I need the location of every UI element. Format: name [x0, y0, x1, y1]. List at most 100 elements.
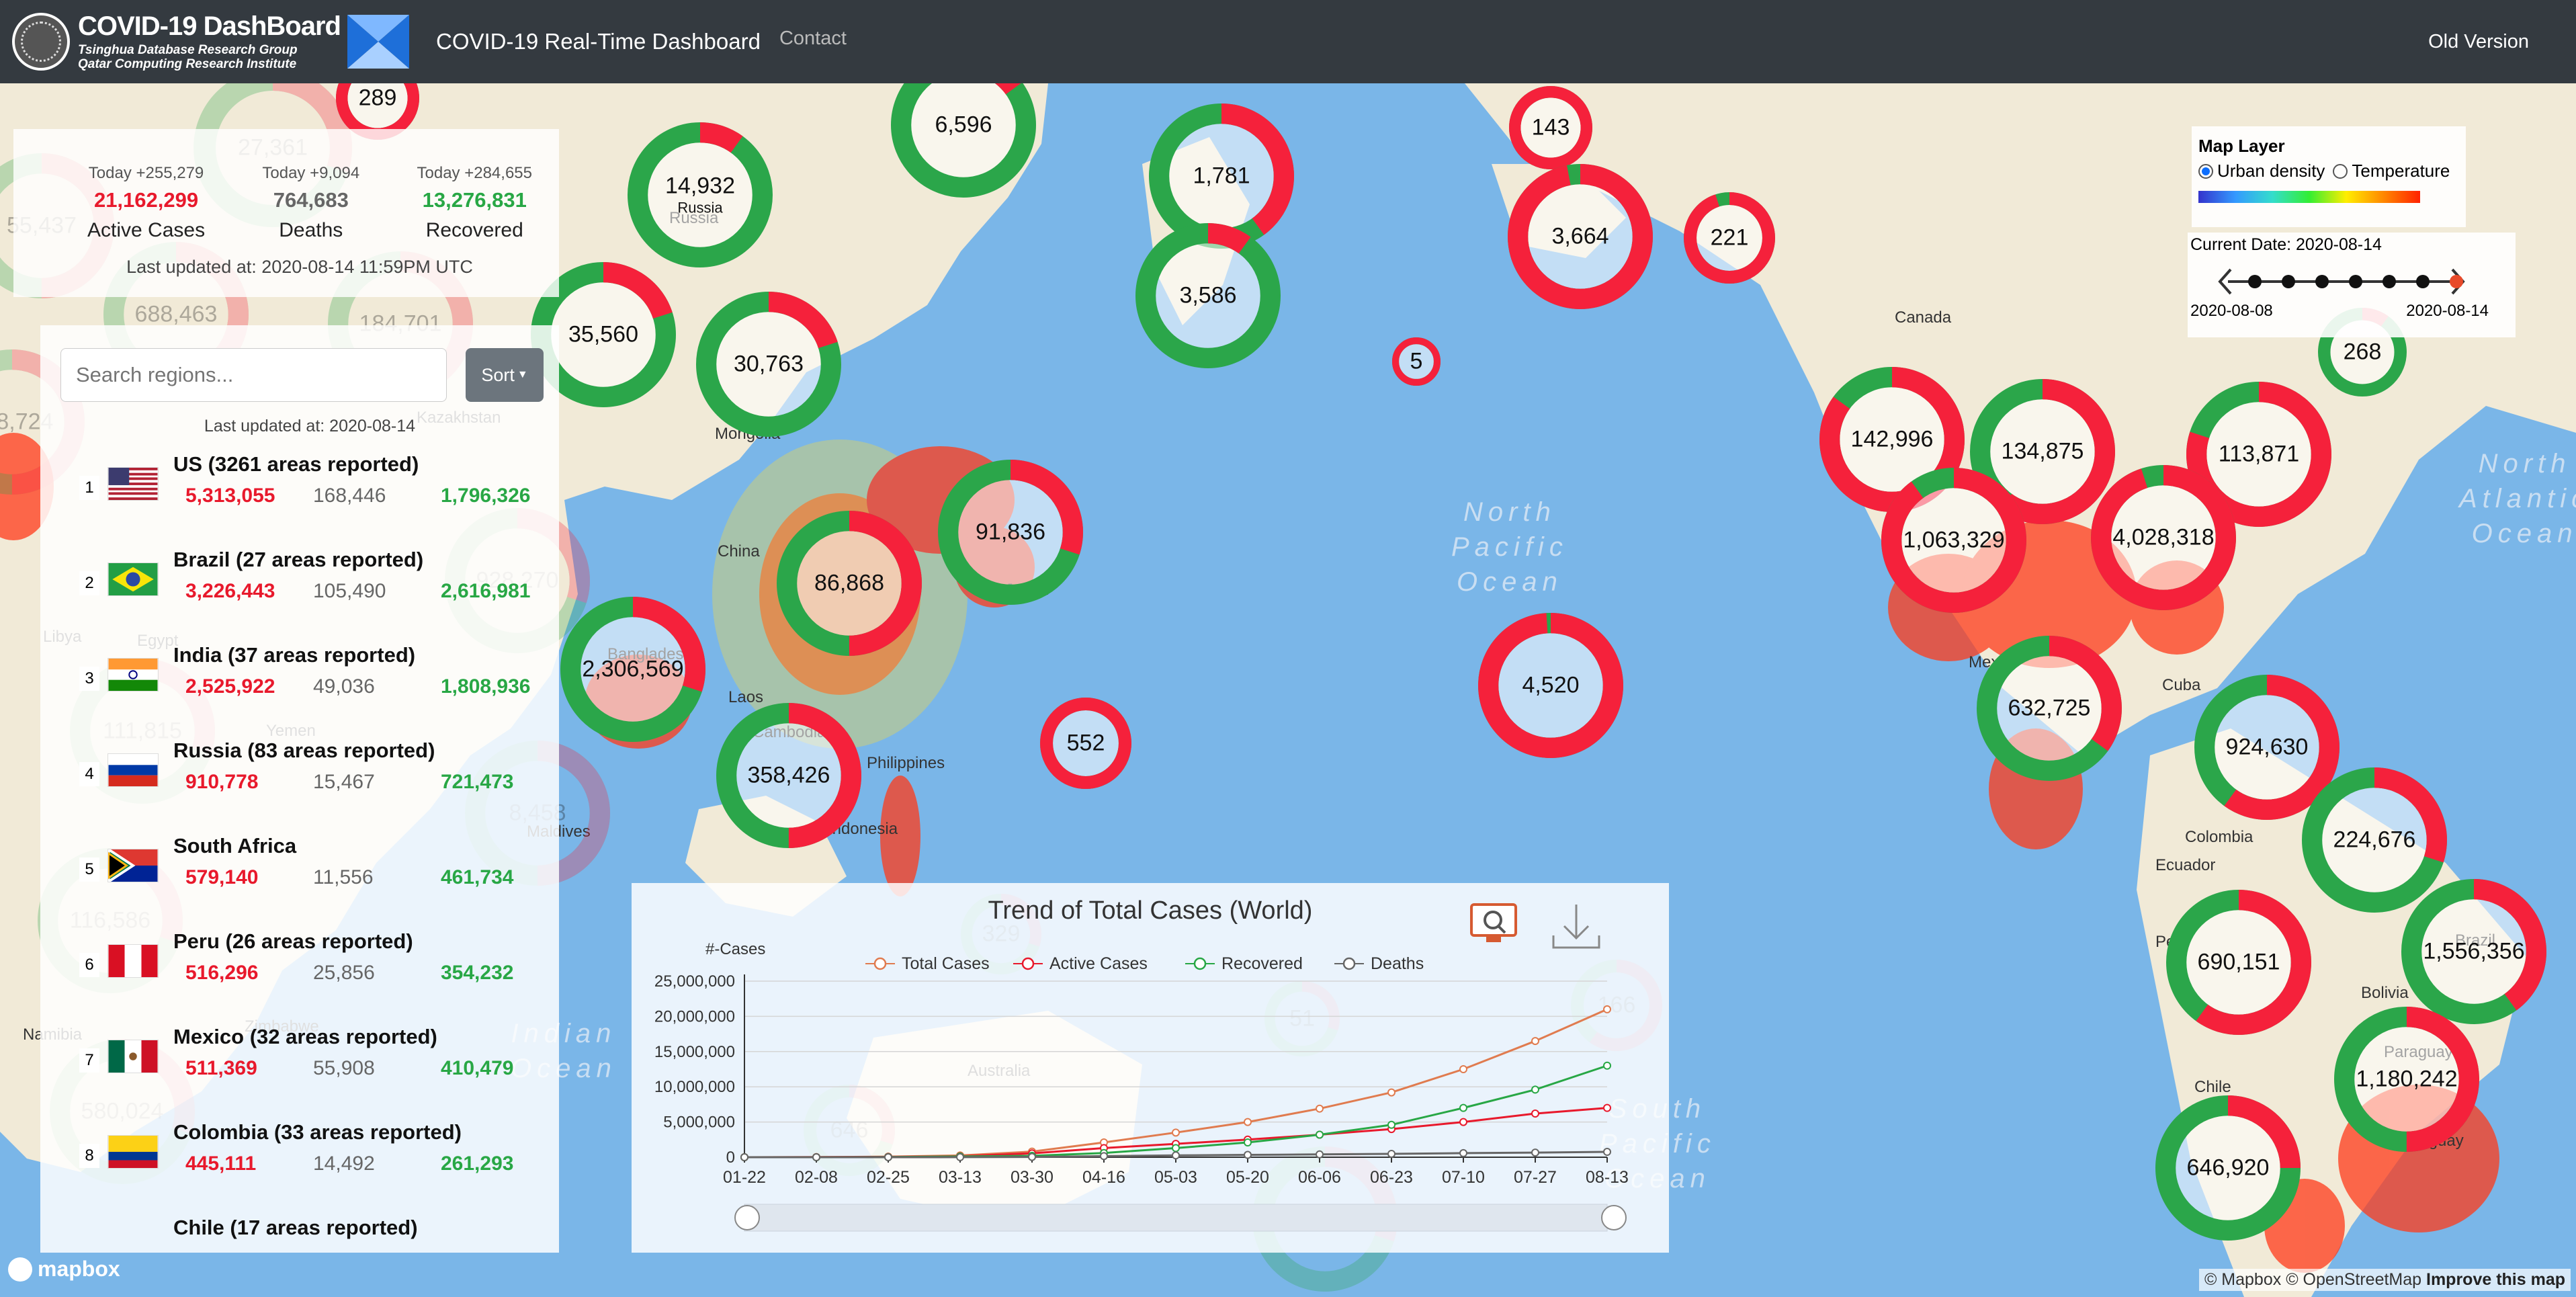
region-row[interactable]: 8 Colombia (33 areas reported) 445,111 14,4…	[40, 1120, 559, 1216]
legend-marker	[1021, 957, 1035, 970]
region-rank: 2	[79, 571, 99, 595]
date-step-dot[interactable]	[2315, 275, 2329, 288]
x-tick-label: 02-08	[795, 1168, 838, 1187]
date-step-dot[interactable]	[2450, 275, 2463, 288]
region-row[interactable]: Chile (17 areas reported)	[40, 1216, 559, 1253]
legend-label: Recovered	[1221, 954, 1303, 973]
date-step-dot[interactable]	[2416, 275, 2430, 288]
region-deaths: 49,036	[313, 675, 375, 698]
marker-count-label: 1,063,329	[1903, 527, 2005, 553]
series-point	[1603, 1061, 1611, 1070]
date-step-dot[interactable]	[2282, 275, 2295, 288]
sort-button[interactable]: Sort ▼	[466, 348, 544, 402]
recovered-today: Today +284,655	[417, 164, 532, 182]
region-row[interactable]: 1 US (3261 areas reported) 5,313,055 168,44…	[40, 452, 559, 548]
active-today: Today +255,279	[88, 164, 204, 182]
series-point	[1603, 1103, 1611, 1112]
recovered-value: 13,276,831	[422, 188, 527, 212]
region-name: Colombia (33 areas reported)	[173, 1120, 462, 1144]
old-version-link[interactable]: Old Version	[2428, 31, 2529, 53]
y-tick-label: 5,000,000	[663, 1114, 735, 1132]
top-navbar: COVID-19 DashBoard Tsinghua Database Res…	[0, 0, 2576, 83]
series-point	[884, 1153, 892, 1161]
map-attribution[interactable]: © Mapbox © OpenStreetMap Improve this ma…	[2198, 1269, 2571, 1291]
date-slider[interactable]	[2188, 261, 2516, 302]
x-tick-label: 07-10	[1442, 1168, 1485, 1187]
marker-count-label: 632,725	[2008, 695, 2091, 721]
trend-chart[interactable]: #-Cases 0 5,000,000 10,000,000 15,000,000 20,…	[632, 883, 1669, 1253]
region-name: Brazil (27 areas reported)	[173, 548, 424, 571]
region-row[interactable]: 3 India (37 areas reported) 2,525,922 49,03…	[40, 643, 559, 739]
marker-count-label: 142,996	[1850, 426, 1934, 452]
region-active: 3,226,443	[185, 580, 275, 602]
region-deaths: 168,446	[313, 485, 386, 507]
region-row[interactable]: 7 Mexico (32 areas reported) 511,369 55,908…	[40, 1025, 559, 1120]
brand[interactable]: COVID-19 DashBoard Tsinghua Database Res…	[12, 13, 409, 71]
marker-count-label: 358,426	[747, 762, 830, 788]
legend-label: Active Cases	[1049, 954, 1148, 973]
region-rank: 8	[79, 1144, 99, 1168]
brand-title: COVID-19 DashBoard	[78, 11, 341, 41]
improve-map-link[interactable]: Improve this map	[2426, 1270, 2565, 1289]
x-tick-label: 01-22	[723, 1168, 766, 1187]
region-recovered: 410,479	[441, 1057, 514, 1079]
series-point	[1316, 1130, 1324, 1139]
x-tick-label: 05-20	[1226, 1168, 1269, 1187]
region-recovered: 1,808,936	[441, 675, 531, 698]
nav-title[interactable]: COVID-19 Real-Time Dashboard	[436, 29, 761, 54]
region-rank: 1	[79, 476, 99, 500]
series-point	[812, 1153, 820, 1161]
marker-count-label: 134,875	[2001, 438, 2084, 464]
deaths-today: Today +9,094	[262, 164, 360, 182]
region-active: 2,525,922	[185, 675, 275, 698]
brand-line2: Qatar Computing Research Institute	[78, 57, 297, 71]
mapbox-logo[interactable]: mapbox	[8, 1257, 120, 1282]
region-row[interactable]: 4 Russia (83 areas reported) 910,778 15,467…	[40, 739, 559, 834]
y-tick-label: 20,000,000	[654, 1007, 735, 1026]
region-row[interactable]: 2 Brazil (27 areas reported) 3,226,443 105,…	[40, 548, 559, 643]
marker-count-label: 1,556,356	[2423, 938, 2525, 964]
region-name: Russia (83 areas reported)	[173, 739, 435, 762]
series-point	[956, 1153, 964, 1161]
flag-co-icon	[108, 1135, 159, 1169]
chart-ylabel: #-Cases	[705, 940, 765, 958]
flag-pe-icon	[108, 944, 159, 978]
region-rank: 6	[79, 953, 99, 977]
region-search-input[interactable]	[60, 348, 447, 402]
region-deaths: 105,490	[313, 580, 386, 602]
series-point	[1603, 1005, 1611, 1013]
marker-count-label: 4,028,318	[2112, 524, 2215, 550]
date-step-dot[interactable]	[2382, 275, 2396, 288]
zoom-handle-right[interactable]	[1601, 1205, 1627, 1230]
region-row[interactable]: 5 South Africa 579,140 11,556 461,734	[40, 834, 559, 929]
world-summary-panel: Today +255,279 21,162,299 Active Cases T…	[13, 129, 559, 297]
date-step-dot[interactable]	[2248, 275, 2262, 288]
zoom-handle-left[interactable]	[734, 1205, 760, 1230]
region-list: 1 US (3261 areas reported) 5,313,055 168,44…	[40, 452, 559, 1253]
region-name: Mexico (32 areas reported)	[173, 1025, 437, 1048]
temperature-radio[interactable]	[2333, 163, 2348, 179]
marker-count-label: 224,676	[2333, 827, 2416, 853]
y-tick-label: 10,000,000	[654, 1078, 735, 1096]
marker-count-label: 3,586	[1179, 282, 1237, 308]
region-active: 910,778	[185, 771, 259, 793]
nav-contact-link[interactable]: Contact	[779, 28, 847, 50]
summary-active: Today +255,279 21,162,299 Active Cases	[87, 164, 205, 242]
urban-density-radio[interactable]	[2198, 163, 2213, 179]
marker-count-label: 924,630	[2225, 734, 2309, 760]
deaths-value: 764,683	[273, 188, 349, 212]
marker-count-label: 268	[2343, 339, 2382, 365]
region-list-panel[interactable]: Sort ▼ Last updated at: 2020-08-14 1 US (…	[40, 325, 559, 1253]
summary-deaths: Today +9,094 764,683 Deaths	[262, 164, 359, 242]
date-step-dot[interactable]	[2349, 275, 2362, 288]
region-name: Peru (26 areas reported)	[173, 929, 413, 953]
marker-count-label: 221	[1710, 224, 1749, 251]
series-point	[1172, 1128, 1180, 1137]
region-row[interactable]: 6 Peru (26 areas reported) 516,296 25,856 35…	[40, 929, 559, 1025]
region-recovered: 1,796,326	[441, 485, 531, 507]
marker-count-label: 35,560	[568, 321, 638, 347]
active-value: 21,162,299	[93, 188, 199, 212]
flag-br-icon	[108, 562, 159, 596]
region-active: 445,111	[185, 1153, 257, 1175]
marker-count-label: 690,151	[2197, 949, 2280, 975]
